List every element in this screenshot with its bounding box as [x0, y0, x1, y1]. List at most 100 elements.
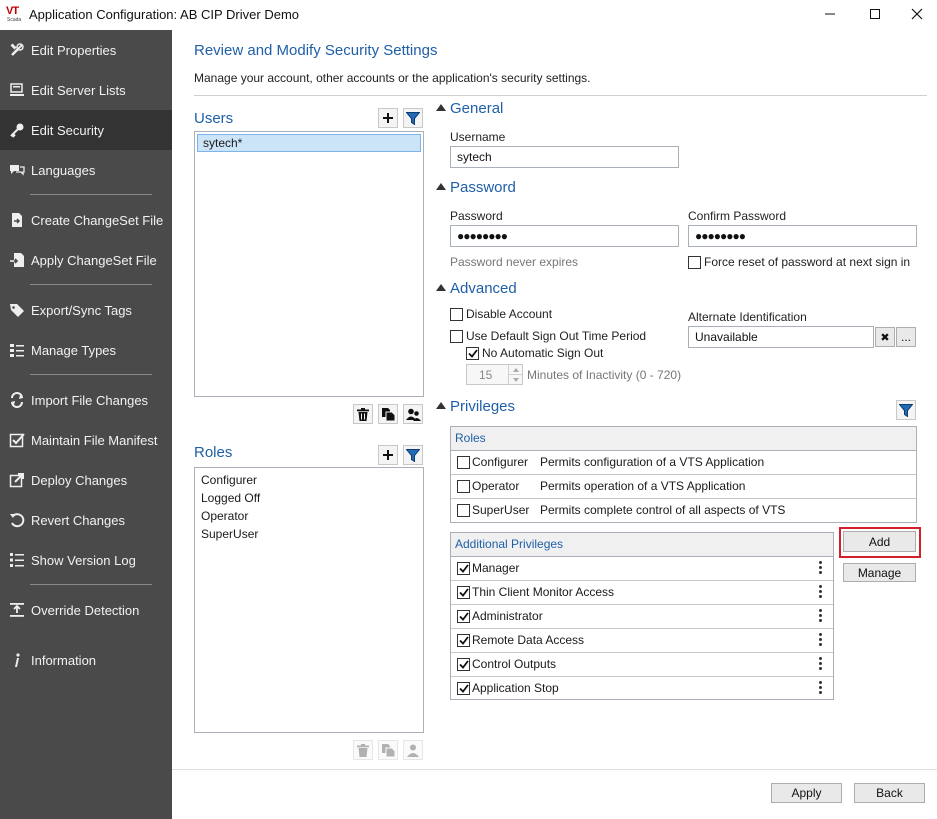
add-user-button[interactable] — [378, 108, 398, 128]
sidebar-item-deploy-changes[interactable]: Deploy Changes — [0, 460, 172, 500]
privilege-checkbox[interactable] — [457, 586, 470, 599]
delete-role-button[interactable] — [353, 740, 373, 760]
add-privilege-button[interactable]: Add — [843, 531, 916, 552]
filter-roles-button[interactable] — [403, 445, 423, 465]
trash-icon — [357, 743, 369, 757]
list-item[interactable]: Logged Off — [201, 491, 260, 505]
more-options-icon[interactable] — [819, 657, 823, 671]
user-group-button[interactable] — [403, 404, 423, 424]
more-options-icon[interactable] — [819, 585, 823, 599]
sidebar-item-edit-security[interactable]: Edit Security — [0, 110, 172, 150]
username-field[interactable]: sytech — [450, 146, 679, 168]
file-import-icon — [8, 251, 26, 269]
filter-privileges-button[interactable] — [896, 400, 916, 420]
stepper-down-button[interactable] — [508, 375, 522, 384]
copy-user-button[interactable] — [378, 404, 398, 424]
privilege-name: Administrator — [472, 609, 543, 623]
manage-privileges-button[interactable]: Manage — [843, 563, 916, 582]
table-row[interactable]: Configurer Permits configuration of a VT… — [451, 451, 916, 475]
users-list[interactable]: sytech* — [194, 131, 424, 397]
delete-user-button[interactable] — [353, 404, 373, 424]
confirm-password-field[interactable]: ●●●●●●●● — [688, 225, 917, 247]
sidebar-item-information[interactable]: Information — [0, 640, 172, 680]
sidebar-item-maintain-file-manifest[interactable]: Maintain File Manifest — [0, 420, 172, 460]
version-log-icon — [8, 551, 26, 569]
apply-button[interactable]: Apply — [771, 783, 842, 803]
filter-icon — [899, 403, 913, 417]
table-row[interactable]: SuperUser Permits complete control of al… — [451, 499, 916, 523]
sidebar-divider — [30, 284, 152, 285]
sidebar-item-languages[interactable]: Languages — [0, 150, 172, 190]
table-row[interactable]: Operator Permits operation of a VTS Appl… — [451, 475, 916, 499]
sidebar-item-label: Information — [31, 652, 97, 668]
privileges-title: Privileges — [450, 398, 516, 415]
sidebar-item-import-file-changes[interactable]: Import File Changes — [0, 380, 172, 420]
add-role-button[interactable] — [378, 445, 398, 465]
browse-alternate-id-button[interactable]: ... — [896, 327, 916, 347]
back-button[interactable]: Back — [854, 783, 925, 803]
force-reset-checkbox[interactable] — [688, 256, 701, 269]
advanced-title: Advanced — [450, 280, 517, 297]
vtscada-logo-icon: VT Scada — [6, 5, 24, 24]
table-row[interactable]: Remote Data Access — [451, 629, 833, 653]
sidebar-item-revert-changes[interactable]: Revert Changes — [0, 500, 172, 540]
role-checkbox[interactable] — [457, 504, 470, 517]
privilege-checkbox[interactable] — [457, 610, 470, 623]
privilege-checkbox[interactable] — [457, 634, 470, 647]
table-row[interactable]: Application Stop — [451, 677, 833, 701]
disable-account-checkbox[interactable] — [450, 308, 463, 321]
sidebar-item-edit-server-lists[interactable]: Edit Server Lists — [0, 70, 172, 110]
filter-users-button[interactable] — [403, 108, 423, 128]
sidebar-item-manage-types[interactable]: Manage Types — [0, 330, 172, 370]
more-options-icon[interactable] — [819, 561, 823, 575]
default-signout-checkbox[interactable] — [450, 330, 463, 343]
privilege-checkbox[interactable] — [457, 682, 470, 695]
table-row[interactable]: Manager — [451, 557, 833, 581]
list-item[interactable]: SuperUser — [201, 527, 258, 541]
collapse-general-icon[interactable] — [436, 104, 446, 111]
password-field[interactable]: ●●●●●●●● — [450, 225, 679, 247]
sidebar: Edit Properties Edit Server Lists Edit S… — [0, 30, 172, 819]
collapse-privileges-icon[interactable] — [436, 402, 446, 409]
no-auto-signout-checkbox[interactable] — [466, 347, 479, 360]
more-options-icon[interactable] — [819, 633, 823, 647]
stepper-up-button[interactable] — [508, 365, 522, 375]
table-row[interactable]: Administrator — [451, 605, 833, 629]
sidebar-item-export-sync-tags[interactable]: Export/Sync Tags — [0, 290, 172, 330]
role-checkbox[interactable] — [457, 480, 470, 493]
roles-list[interactable]: Configurer Logged Off Operator SuperUser — [194, 467, 424, 733]
collapse-password-icon[interactable] — [436, 183, 446, 190]
more-options-icon[interactable] — [819, 681, 823, 695]
table-row[interactable]: Control Outputs — [451, 653, 833, 677]
sidebar-item-show-version-log[interactable]: Show Version Log — [0, 540, 172, 580]
sidebar-item-label: Languages — [31, 162, 96, 178]
minutes-stepper[interactable]: 15 — [466, 364, 523, 385]
minimize-button[interactable] — [807, 0, 853, 28]
list-item[interactable]: Operator — [201, 509, 248, 523]
table-row[interactable]: Thin Client Monitor Access — [451, 581, 833, 605]
sidebar-item-override-detection[interactable]: Override Detection — [0, 590, 172, 630]
clear-alternate-id-button[interactable]: ✖ — [875, 327, 895, 347]
default-signout-label: Use Default Sign Out Time Period — [466, 329, 647, 343]
role-user-button[interactable] — [403, 740, 423, 760]
privilege-checkbox[interactable] — [457, 658, 470, 671]
list-item[interactable]: Configurer — [201, 473, 257, 487]
plus-icon — [383, 450, 393, 460]
alternate-id-field[interactable]: Unavailable — [688, 326, 874, 348]
server-list-icon — [8, 81, 26, 99]
collapse-advanced-icon[interactable] — [436, 284, 446, 291]
role-checkbox[interactable] — [457, 456, 470, 469]
sidebar-item-label: Edit Server Lists — [31, 82, 126, 98]
more-options-icon[interactable] — [819, 609, 823, 623]
close-button[interactable] — [897, 0, 937, 28]
copy-role-button[interactable] — [378, 740, 398, 760]
sidebar-item-apply-changeset[interactable]: Apply ChangeSet File — [0, 240, 172, 280]
maximize-button[interactable] — [852, 0, 898, 28]
list-item[interactable]: sytech* — [197, 134, 421, 152]
privilege-checkbox[interactable] — [457, 562, 470, 575]
sidebar-divider — [30, 374, 152, 375]
sidebar-item-create-changeset[interactable]: Create ChangeSet File — [0, 200, 172, 240]
sidebar-divider — [30, 194, 152, 195]
sidebar-item-edit-properties[interactable]: Edit Properties — [0, 30, 172, 70]
general-title: General — [450, 100, 504, 117]
